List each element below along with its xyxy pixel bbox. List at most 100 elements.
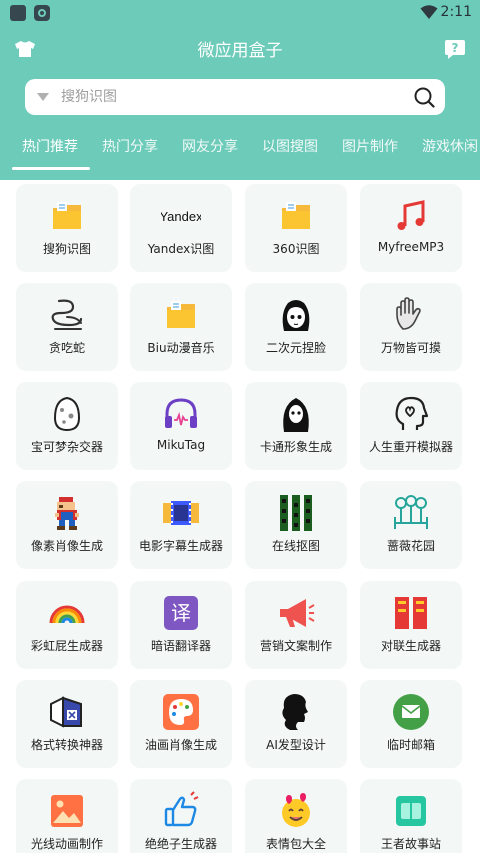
tab-image-search[interactable]: 以图搜图 xyxy=(262,136,318,156)
app-label: 二次元捏脸 xyxy=(265,341,326,355)
app-tile[interactable]: 搜狗识图 xyxy=(16,184,118,272)
app-label: 在线抠图 xyxy=(271,539,320,553)
app-tile[interactable]: 译 暗语翻译器 xyxy=(130,581,232,669)
hand-icon xyxy=(396,297,421,330)
app-label: 人生重开模拟器 xyxy=(368,440,453,454)
app-tile[interactable]: 表情包大全 xyxy=(245,779,347,853)
app-label: Yandex识图 xyxy=(147,242,215,256)
app-label: 彩虹屁生成器 xyxy=(30,639,103,653)
tab-hot-share[interactable]: 热门分享 xyxy=(102,136,158,156)
app-notification-icon xyxy=(34,5,50,21)
svg-text:?: ? xyxy=(452,41,459,55)
app-label: 蔷薇花园 xyxy=(386,539,435,553)
app-tile[interactable]: 人生重开模拟器 xyxy=(360,382,462,470)
app-tile[interactable]: 油画肖像生成 xyxy=(130,680,232,768)
app-tile[interactable]: 卡通形象生成 xyxy=(245,382,347,470)
app-label: 王者故事站 xyxy=(380,837,441,851)
app-label: AI发型设计 xyxy=(266,738,326,752)
app-tile[interactable]: 临时邮箱 xyxy=(360,680,462,768)
app-tile[interactable]: 绝绝子生成器 xyxy=(130,779,232,853)
app-tile[interactable]: 360识图 xyxy=(245,184,347,272)
status-time: 2:11 xyxy=(440,4,472,20)
music-note-icon xyxy=(397,200,425,230)
app-notification-icon xyxy=(10,5,26,21)
palette-icon xyxy=(163,694,199,730)
search-engine-dropdown-icon[interactable] xyxy=(37,93,49,101)
app-tile[interactable]: Yandex Yandex识图 xyxy=(130,184,232,272)
tab-hot-recommend[interactable]: 热门推荐 xyxy=(22,136,78,156)
app-tile[interactable]: Biu动漫音乐 xyxy=(130,283,232,371)
app-label: 营销文案制作 xyxy=(259,639,332,653)
search-icon[interactable] xyxy=(413,86,435,108)
app-tile[interactable]: 贪吃蛇 xyxy=(16,283,118,371)
app-header: 微应用盒子 ? 热门推荐 热门分享 网友分享 以图搜图 图片制作 游戏休闲 xyxy=(0,26,480,180)
translate-icon: 译 xyxy=(164,596,198,630)
app-tile[interactable]: 彩虹屁生成器 xyxy=(16,581,118,669)
app-tile[interactable]: 营销文案制作 xyxy=(245,581,347,669)
app-label: 贪吃蛇 xyxy=(48,341,85,355)
status-bar: 2:11 xyxy=(0,0,480,26)
app-label: 光线动画制作 xyxy=(30,837,103,851)
app-tile[interactable]: 像素肖像生成 xyxy=(16,481,118,569)
yandex-logo-icon: Yandex xyxy=(161,209,201,224)
app-tile[interactable]: AI发型设计 xyxy=(245,680,347,768)
app-label: 万物皆可摸 xyxy=(380,341,441,355)
tab-user-share[interactable]: 网友分享 xyxy=(182,136,238,156)
image-icon xyxy=(51,795,83,827)
folder-icon xyxy=(53,202,81,229)
folder-icon xyxy=(282,202,310,229)
app-label: 宝可梦杂交器 xyxy=(30,440,103,454)
film-strip-icon xyxy=(163,501,199,525)
app-tile[interactable]: MikuTag xyxy=(130,382,232,470)
app-tile[interactable]: 对联生成器 xyxy=(360,581,462,669)
tab-image-make[interactable]: 图片制作 xyxy=(342,136,398,156)
app-label: 对联生成器 xyxy=(380,639,441,653)
app-tile[interactable]: 二次元捏脸 xyxy=(245,283,347,371)
app-label: 搜狗识图 xyxy=(42,242,91,256)
headphones-icon xyxy=(165,398,197,428)
search-bar[interactable] xyxy=(25,79,445,115)
couplet-icon xyxy=(395,597,427,629)
tab-games[interactable]: 游戏休闲 xyxy=(422,136,478,156)
book-icon xyxy=(396,796,426,826)
app-label: 电影字幕生成器 xyxy=(138,539,223,553)
app-tile[interactable]: 电影字幕生成器 xyxy=(130,481,232,569)
page-title: 微应用盒子 xyxy=(197,41,283,61)
cube-convert-icon xyxy=(50,696,82,728)
garden-icon xyxy=(394,495,428,529)
app-label: 暗语翻译器 xyxy=(150,639,211,653)
app-label: 格式转换神器 xyxy=(30,738,103,752)
wifi-icon xyxy=(420,5,438,19)
snake-icon xyxy=(51,299,83,330)
app-tile[interactable]: 蔷薇花园 xyxy=(360,481,462,569)
emoji-icon xyxy=(282,793,310,827)
app-label: 表情包大全 xyxy=(265,837,326,851)
svg-text:Yandex: Yandex xyxy=(161,209,201,224)
folder-icon xyxy=(167,301,195,328)
help-icon[interactable]: ? xyxy=(444,38,466,60)
svg-text:译: 译 xyxy=(171,601,191,625)
egg-icon xyxy=(53,396,81,432)
head-heart-icon xyxy=(395,396,429,430)
category-tabs: 热门推荐 热门分享 网友分享 以图搜图 图片制作 游戏休闲 xyxy=(0,130,480,170)
anime-face-icon xyxy=(282,300,310,331)
app-label: MyfreeMP3 xyxy=(377,240,445,254)
app-tile[interactable]: 光线动画制作 xyxy=(16,779,118,853)
app-label: MikuTag xyxy=(156,438,206,452)
app-label: 卡通形象生成 xyxy=(259,440,332,454)
app-tile[interactable]: 在线抠图 xyxy=(245,481,347,569)
app-tile[interactable]: 格式转换神器 xyxy=(16,680,118,768)
app-label: 像素肖像生成 xyxy=(30,539,103,553)
rainbow-icon xyxy=(49,605,85,624)
mail-icon xyxy=(393,694,429,730)
app-tile[interactable]: 宝可梦杂交器 xyxy=(16,382,118,470)
app-tile[interactable]: MyfreeMP3 xyxy=(360,184,462,272)
thumbs-up-icon xyxy=(164,791,199,827)
app-tile[interactable]: 王者故事站 xyxy=(360,779,462,853)
app-label: 绝绝子生成器 xyxy=(144,837,217,851)
search-input[interactable] xyxy=(61,79,401,115)
ghost-icon xyxy=(283,398,309,432)
app-label: 临时邮箱 xyxy=(386,738,435,752)
app-tile[interactable]: 万物皆可摸 xyxy=(360,283,462,371)
app-label: 油画肖像生成 xyxy=(144,738,217,752)
